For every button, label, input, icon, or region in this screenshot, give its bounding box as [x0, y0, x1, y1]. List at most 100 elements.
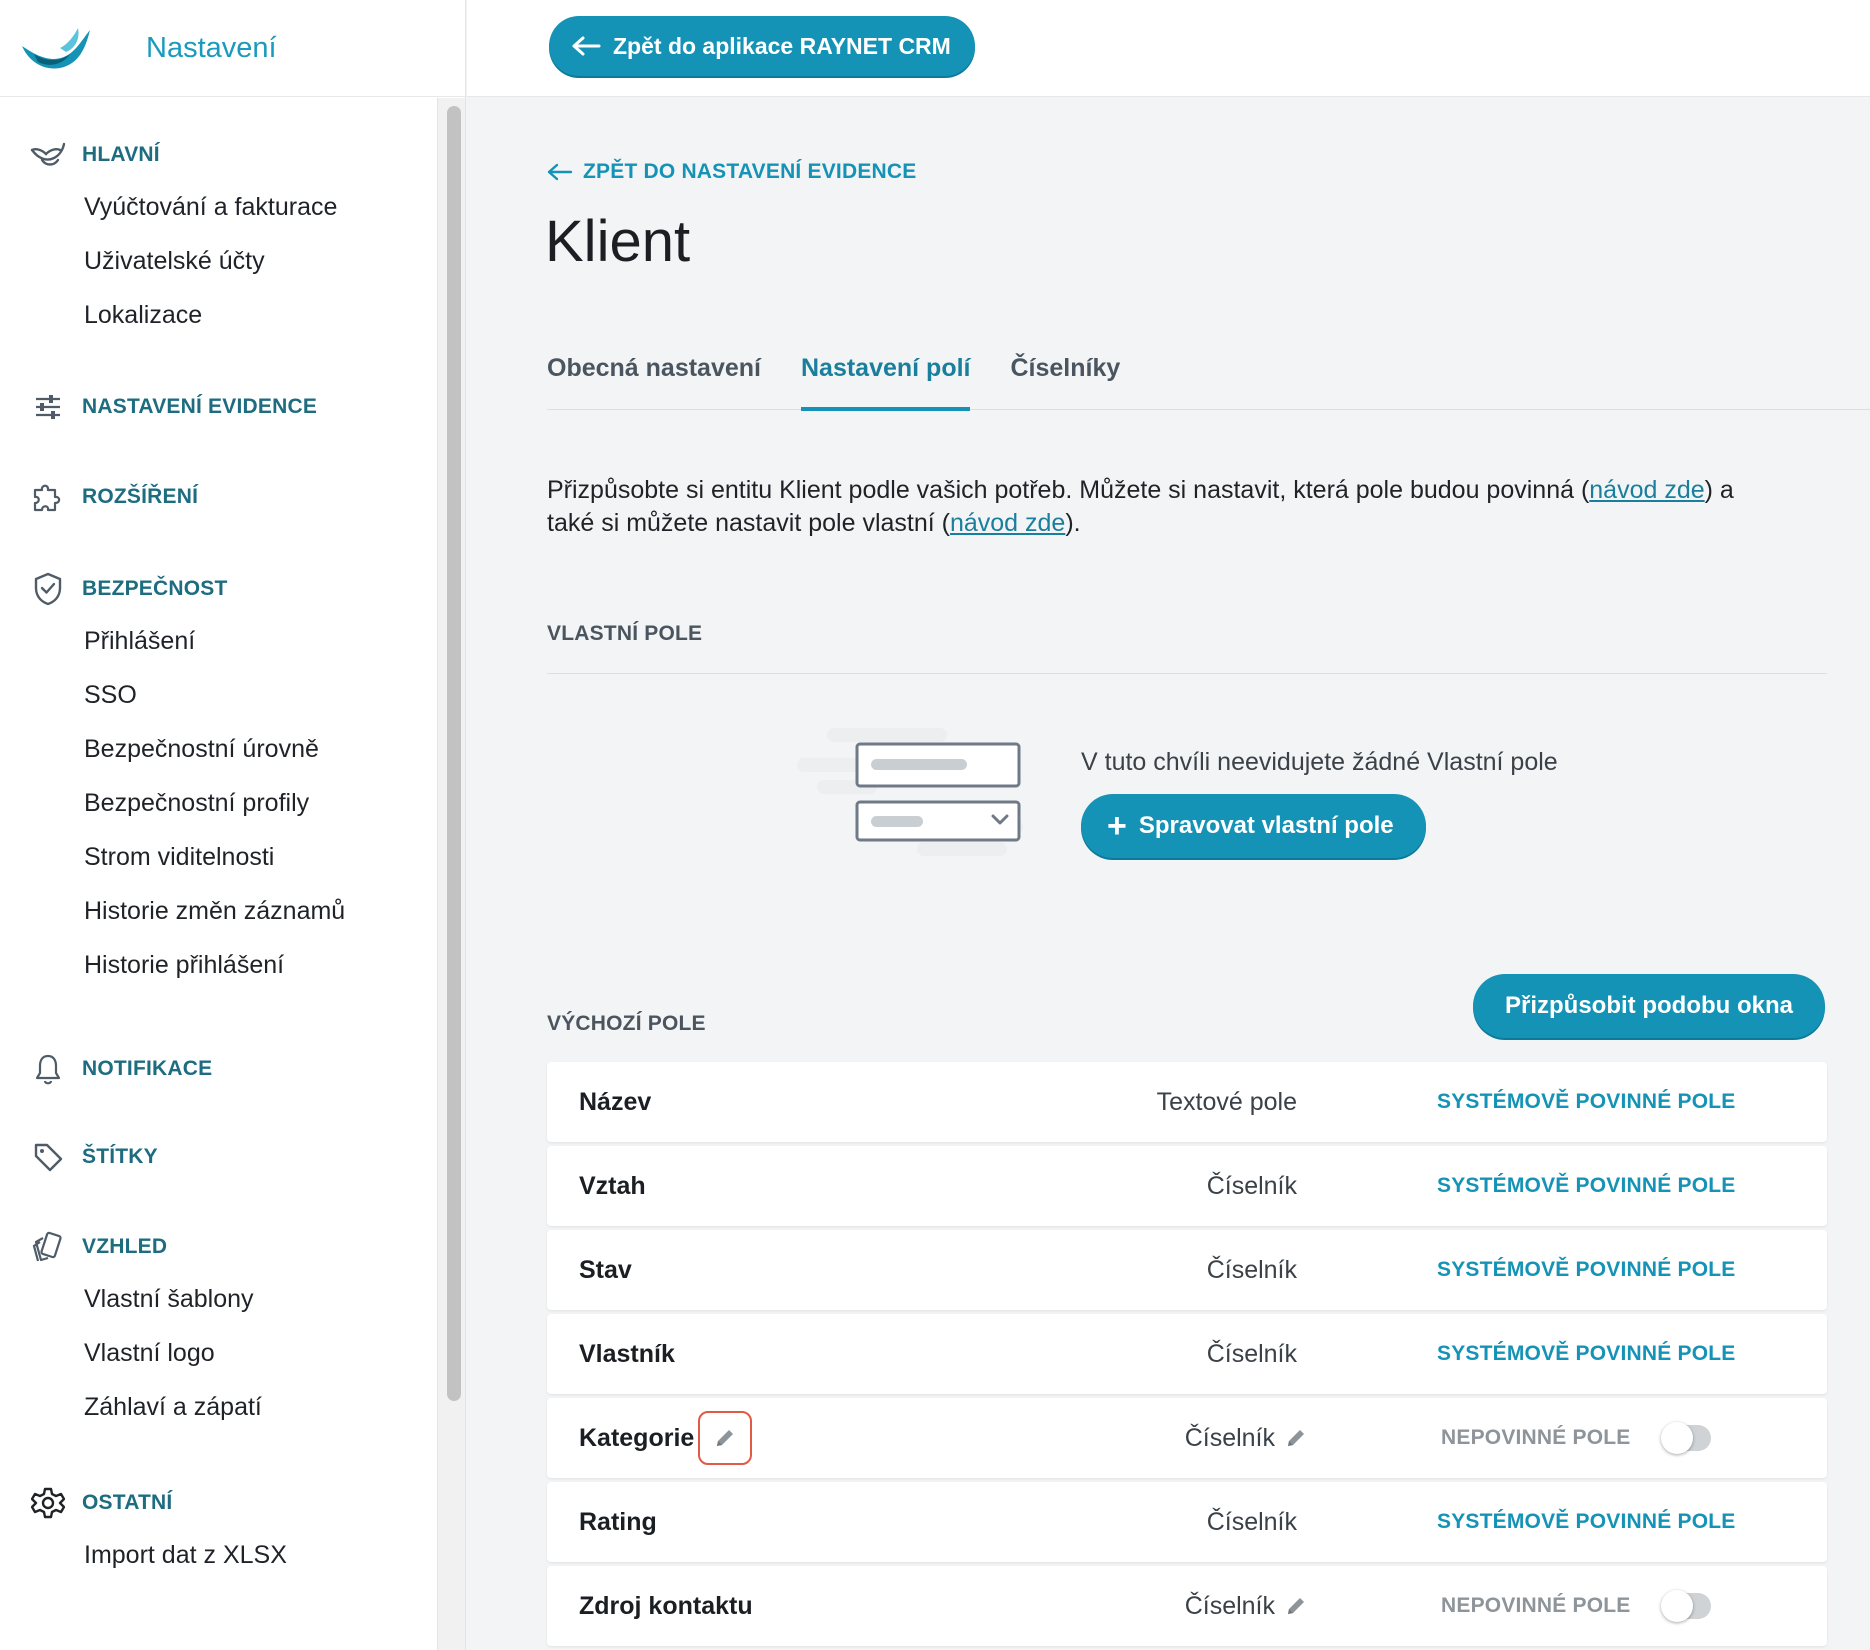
- field-name: Vztah: [579, 1146, 646, 1226]
- sidebar-item-bezpecnost-0[interactable]: Přihlášení: [0, 614, 466, 668]
- sidebar-item-hlavni-0[interactable]: Vyúčtování a fakturace: [0, 180, 466, 234]
- raynet-logo-icon[interactable]: [20, 24, 92, 72]
- field-type: Číselník: [1207, 1314, 1297, 1394]
- tabs: Obecná nastavení Nastavení polí Číselník…: [547, 346, 1870, 411]
- page-title: Klient: [545, 209, 691, 274]
- field-name-label: Vztah: [579, 1172, 646, 1200]
- edit-field-name-pencil-icon[interactable]: [698, 1411, 753, 1465]
- tab-general[interactable]: Obecná nastavení: [547, 346, 761, 410]
- system-required-status: SYSTÉMOVĚ POVINNÉ POLE: [1437, 1258, 1736, 1281]
- field-name-label: Kategorie: [579, 1424, 695, 1452]
- nav-heading-label: HLAVNÍ: [82, 143, 160, 166]
- sidebar-item-bezpecnost-1[interactable]: SSO: [0, 668, 466, 722]
- nav-heading-ostatni[interactable]: OSTATNÍ: [0, 1478, 466, 1528]
- required-toggle[interactable]: [1661, 1590, 1711, 1622]
- field-name: Rating: [579, 1482, 657, 1562]
- nav-section-vzhled: VZHLED Vlastní šablony Vlastní logo Záhlaví…: [0, 1222, 466, 1434]
- tab-field-settings[interactable]: Nastavení polí: [800, 346, 970, 411]
- nav-heading-vzhled[interactable]: VZHLED: [0, 1222, 466, 1272]
- nav-section-bezpecnost: BEZPEČNOST Přihlášení SSO Bezpečnostní úrov…: [0, 564, 466, 992]
- field-type: Číselník: [1207, 1230, 1297, 1310]
- nav-section-hlavni: HLAVNÍ Vyúčtování a fakturace Uživatelské …: [0, 130, 466, 342]
- field-row[interactable]: Vlastník Číselník SYSTÉMOVĚ POVINNÉ POLE: [547, 1314, 1827, 1394]
- field-type-label: Číselník: [1184, 1423, 1275, 1452]
- edit-field-type-pencil-icon[interactable]: [1285, 1427, 1307, 1449]
- arrow-left-icon: [571, 35, 601, 57]
- required-toggle[interactable]: [1661, 1422, 1711, 1454]
- nav-section-ostatni: OSTATNÍ Import dat z XLSX: [0, 1478, 466, 1582]
- topbar: Zpět do aplikace RAYNET CRM: [467, 0, 1870, 97]
- field-type: Číselník: [1207, 1482, 1297, 1562]
- field-type-label: Číselník: [1206, 1255, 1297, 1284]
- sidebar-item-vzhled-1[interactable]: Vlastní logo: [0, 1326, 466, 1380]
- sidebar-nav: HLAVNÍ Vyúčtování a fakturace Uživatelské …: [0, 98, 466, 1650]
- field-row[interactable]: Vztah Číselník SYSTÉMOVĚ POVINNÉ POLE: [547, 1146, 1827, 1226]
- app-title: Nastavení: [146, 31, 277, 64]
- sidebar-item-hlavni-2[interactable]: Lokalizace: [0, 288, 466, 342]
- nav-heading-hlavni[interactable]: HLAVNÍ: [0, 130, 466, 180]
- default-fields-heading: VÝCHOZÍ POLE: [547, 1012, 706, 1035]
- field-row[interactable]: Rating Číselník SYSTÉMOVĚ POVINNÉ POLE: [547, 1482, 1827, 1562]
- arrow-left-icon: [547, 163, 573, 181]
- sidebar: Nastavení HLAVNÍ Vyúčtování a fakturace Už…: [0, 0, 466, 1650]
- guide-link-custom[interactable]: návod zde: [950, 509, 1065, 537]
- sidebar-item-bezpecnost-2[interactable]: Bezpečnostní úrovně: [0, 722, 466, 776]
- field-type-label: Textové pole: [1156, 1087, 1297, 1116]
- manage-custom-fields-button[interactable]: + Spravovat vlastní pole: [1081, 794, 1426, 858]
- shield-check-icon: [30, 571, 66, 607]
- default-fields-list: Název Textové pole SYSTÉMOVĚ POVINNÉ POLE V…: [547, 1062, 1827, 1650]
- field-row[interactable]: Zdroj kontaktu Číselník NEPOVINNÉ POLE: [547, 1566, 1827, 1646]
- field-type: Textové pole: [1157, 1062, 1297, 1142]
- field-type: Číselník: [1207, 1146, 1297, 1226]
- customize-window-button[interactable]: Přizpůsobit podobu okna: [1473, 974, 1825, 1038]
- field-name-label: Název: [579, 1088, 652, 1116]
- field-name-label: Zdroj kontaktu: [579, 1592, 753, 1620]
- back-to-app-button[interactable]: Zpět do aplikace RAYNET CRM: [549, 16, 975, 76]
- gear-icon: [30, 1485, 66, 1521]
- nav-heading-evidence[interactable]: NASTAVENÍ EVIDENCE: [0, 382, 466, 432]
- sidebar-scrollbar[interactable]: [437, 98, 465, 1650]
- bird-icon: [30, 137, 66, 173]
- nav-heading-bezpecnost[interactable]: BEZPEČNOST: [0, 564, 466, 614]
- intro-text: Přizpůsobte si entitu Klient podle vašic…: [547, 474, 1737, 540]
- main-content: ZPĚT DO NASTAVENÍ EVIDENCE Klient Obecná…: [467, 98, 1870, 1650]
- field-type-label: Číselník: [1206, 1507, 1297, 1536]
- optional-field-status: NEPOVINNÉ POLE: [1441, 1594, 1631, 1617]
- nav-heading-stitky[interactable]: ŠTÍTKY: [0, 1132, 466, 1182]
- nav-section-stitky: ŠTÍTKY: [0, 1132, 466, 1182]
- tab-lists[interactable]: Číselníky: [1010, 346, 1120, 410]
- field-row[interactable]: Kategorie Číselník NEPOVINNÉ POLE: [547, 1398, 1827, 1478]
- sidebar-scrollbar-thumb[interactable]: [447, 106, 461, 1401]
- sidebar-item-bezpecnost-4[interactable]: Strom viditelnosti: [0, 830, 466, 884]
- nav-section-evidence: NASTAVENÍ EVIDENCE: [0, 382, 466, 432]
- sidebar-header: Nastavení: [0, 0, 465, 97]
- field-type-label: Číselník: [1184, 1591, 1275, 1620]
- sidebar-item-bezpecnost-3[interactable]: Bezpečnostní profily: [0, 776, 466, 830]
- nav-section-notifikace: NOTIFIKACE: [0, 1044, 466, 1094]
- tag-icon: [30, 1139, 66, 1175]
- sidebar-item-vzhled-2[interactable]: Záhlaví a zápatí: [0, 1380, 466, 1434]
- back-to-evidence-link[interactable]: ZPĚT DO NASTAVENÍ EVIDENCE: [547, 160, 916, 184]
- field-type: Číselník: [1185, 1398, 1307, 1478]
- edit-field-type-pencil-icon[interactable]: [1285, 1595, 1307, 1617]
- field-row[interactable]: Stav Číselník SYSTÉMOVĚ POVINNÉ POLE: [547, 1230, 1827, 1310]
- sidebar-item-vzhled-0[interactable]: Vlastní šablony: [0, 1272, 466, 1326]
- sidebar-item-ostatni-0[interactable]: Import dat z XLSX: [0, 1528, 466, 1582]
- field-name-label: Vlastník: [579, 1340, 675, 1368]
- sidebar-item-bezpecnost-5[interactable]: Historie změn záznamů: [0, 884, 466, 938]
- field-name: Zdroj kontaktu: [579, 1566, 753, 1646]
- field-name: Název: [579, 1062, 651, 1142]
- custom-fields-empty-text: V tuto chvíli neevidujete žádné Vlastní …: [1081, 748, 1558, 776]
- cards-icon: [30, 1229, 66, 1265]
- sidebar-item-hlavni-1[interactable]: Uživatelské účty: [0, 234, 466, 288]
- field-row[interactable]: Název Textové pole SYSTÉMOVĚ POVINNÉ POLE: [547, 1062, 1827, 1142]
- nav-heading-notifikace[interactable]: NOTIFIKACE: [0, 1044, 466, 1094]
- nav-heading-rozsireni[interactable]: ROZŠÍŘENÍ: [0, 472, 466, 522]
- sidebar-item-bezpecnost-6[interactable]: Historie přihlášení: [0, 938, 466, 992]
- field-name-label: Rating: [579, 1508, 657, 1536]
- custom-fields-heading: VLASTNÍ POLE: [547, 622, 703, 645]
- guide-link-required[interactable]: návod zde: [1589, 476, 1704, 504]
- nav-heading-label: ŠTÍTKY: [82, 1145, 158, 1168]
- field-type: Číselník: [1185, 1566, 1307, 1646]
- nav-section-rozsireni: ROZŠÍŘENÍ: [0, 472, 466, 522]
